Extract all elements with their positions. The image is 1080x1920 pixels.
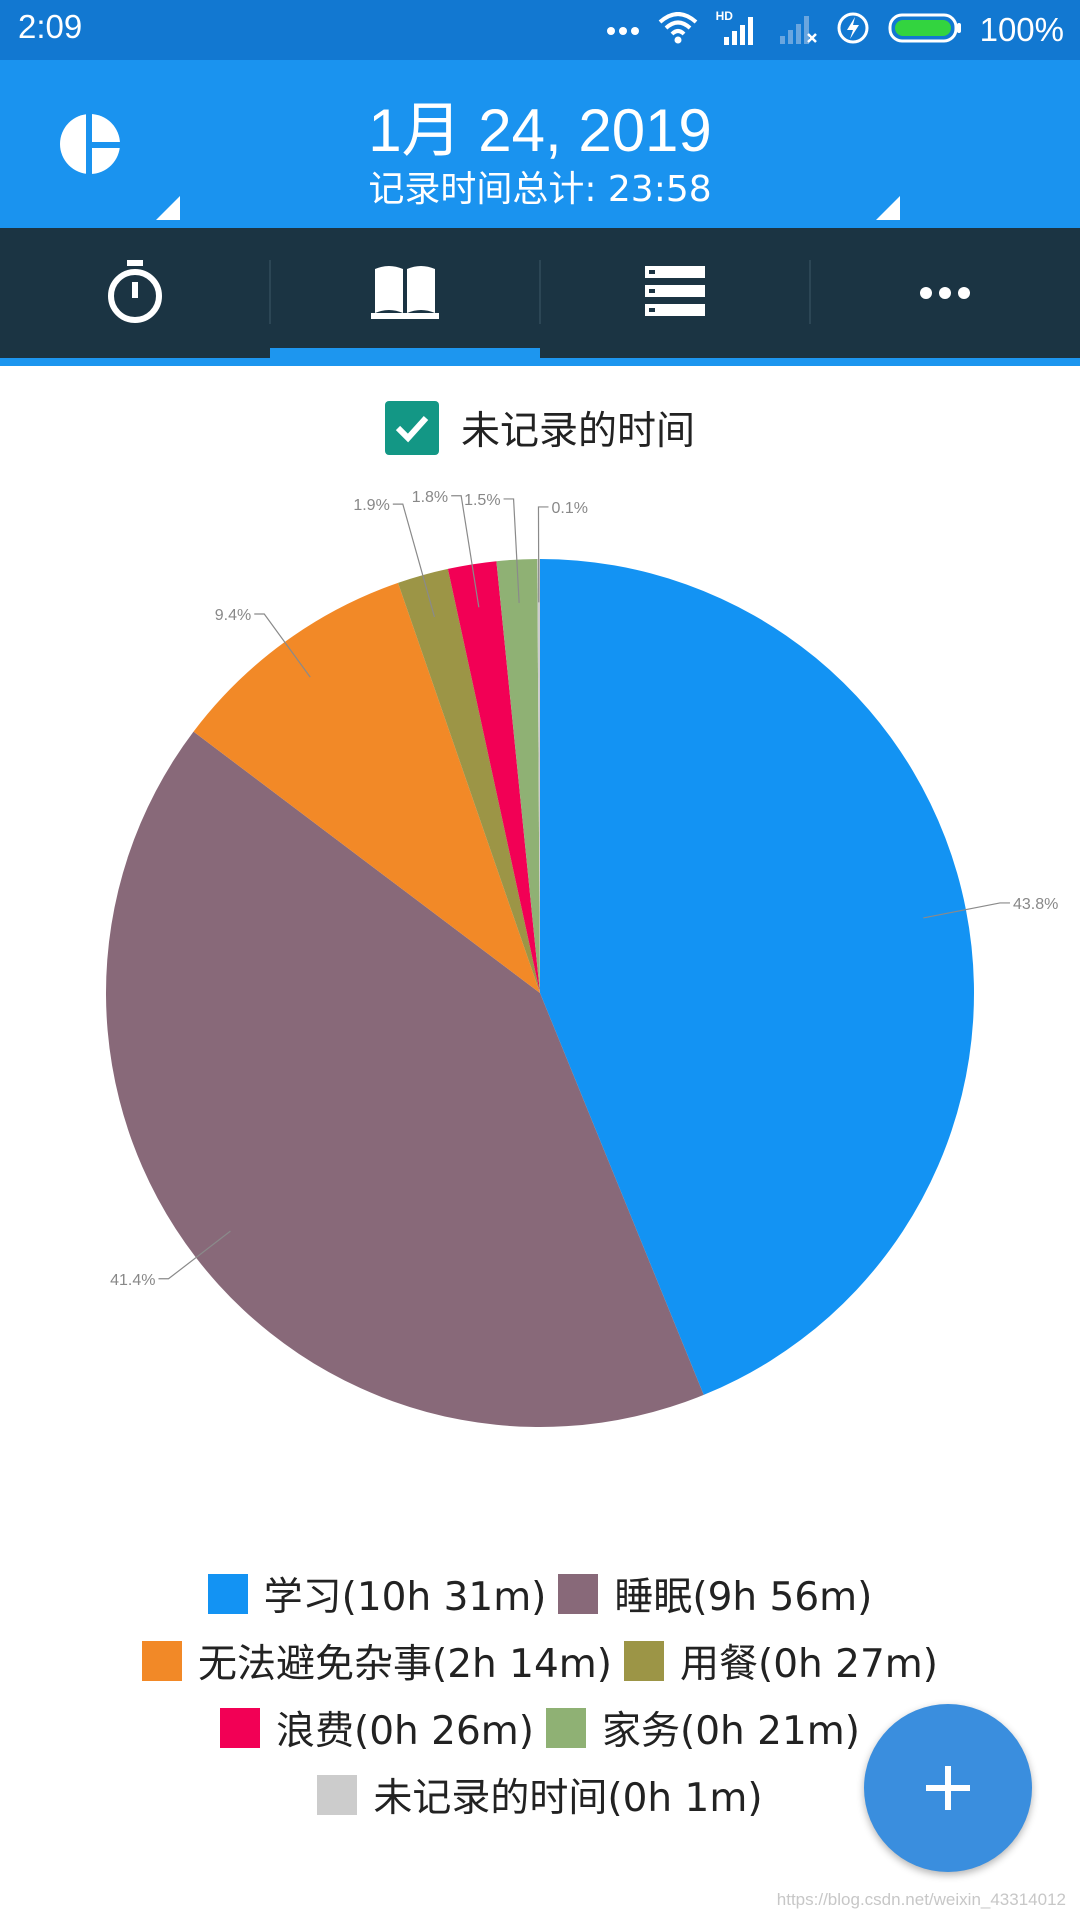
legend-item: 浪费(0h 26m): [220, 1700, 534, 1756]
legend-label: 学习(10h 31m): [263, 1574, 547, 1620]
legend-swatch: [317, 1774, 358, 1815]
slice-percent-label: 0.1%: [551, 500, 587, 517]
slice-percent-label: 1.9%: [353, 497, 389, 514]
status-bar: 2:09 HD 100%: [0, 0, 1080, 60]
unrecorded-time-checkbox[interactable]: [384, 401, 439, 455]
legend-swatch: [207, 1573, 248, 1614]
legend-swatch: [546, 1707, 586, 1748]
legend-row: 无法避免杂事(2h 14m) 用餐(0h 27m): [0, 1627, 1080, 1694]
legend-swatch: [220, 1707, 261, 1748]
slice-percent-label: 43.8%: [1013, 896, 1058, 913]
tab-selected-indicator: [270, 348, 540, 358]
legend-item: 未记录的时间(0h 1m): [317, 1767, 763, 1823]
slice-percent-label: 1.5%: [464, 492, 500, 509]
legend-label: 用餐(0h 27m): [680, 1641, 938, 1687]
pie-chart: 43.8% 41.4% 9.4% 1.9% 1.8% 1.5% 0.1%: [105, 489, 1058, 1427]
legend-label: 浪费(0h 26m): [276, 1708, 534, 1754]
tab-bar-underline: [0, 358, 1080, 366]
legend-item: 学习(10h 31m): [207, 1566, 547, 1622]
watermark: https://blog.csdn.net/weixin_43314012: [776, 1890, 1066, 1909]
legend-swatch: [624, 1640, 664, 1681]
legend-swatch: [558, 1573, 599, 1614]
app-header: 1月 24, 2019 记录时间总计: 23:58: [0, 60, 1080, 228]
tab-book[interactable]: [270, 228, 540, 358]
book-icon: [371, 263, 439, 323]
legend-item: 用餐(0h 27m): [624, 1633, 938, 1689]
check-icon: [395, 415, 429, 443]
status-icons: HD 100%: [606, 6, 1064, 54]
slice-percent-label: 9.4%: [215, 607, 251, 624]
more-icon: [920, 284, 970, 303]
legend-label: 家务(0h 21m): [602, 1708, 860, 1754]
legend-item: 睡眠(9h 56m): [558, 1566, 872, 1622]
legend-item: 无法避免杂事(2h 14m): [142, 1633, 612, 1689]
tab-bar: [0, 228, 1080, 358]
status-time: 2:09: [18, 8, 83, 45]
unrecorded-time-label: 未记录的时间: [460, 409, 695, 454]
legend-label: 睡眠(9h 56m): [614, 1574, 873, 1620]
legend-label: 未记录的时间(0h 1m): [373, 1775, 763, 1821]
signal-empty-icon: [778, 10, 818, 50]
add-button[interactable]: [864, 1704, 1032, 1872]
slice-percent-label: 41.4%: [110, 1272, 155, 1289]
right-dropdown-corner[interactable]: [876, 196, 900, 220]
signal-hd-icon: HD: [716, 9, 760, 49]
slice-percent-label: 1.8%: [412, 489, 448, 506]
legend-swatch: [142, 1640, 183, 1681]
list-icon: [645, 266, 705, 320]
left-dropdown-corner[interactable]: [156, 196, 180, 220]
date-title[interactable]: 1月 24, 2019: [0, 82, 1080, 169]
charging-icon: [836, 11, 870, 49]
tab-list[interactable]: [540, 228, 810, 358]
battery-percent: 100%: [979, 11, 1064, 48]
wifi-icon: [658, 12, 698, 48]
legend-label: 无法避免杂事(2h 14m): [198, 1641, 612, 1687]
unrecorded-time-toggle[interactable]: 未记录的时间: [0, 398, 1080, 458]
legend-row: 学习(10h 31m) 睡眠(9h 56m): [0, 1560, 1080, 1627]
tab-more[interactable]: [810, 228, 1080, 358]
tab-timer[interactable]: [0, 228, 270, 358]
more-dots-icon: [606, 21, 640, 40]
stopwatch-icon: [105, 258, 165, 328]
legend-item: 家务(0h 21m): [546, 1700, 860, 1756]
battery-icon: [888, 12, 962, 48]
plus-icon: [926, 1766, 970, 1810]
